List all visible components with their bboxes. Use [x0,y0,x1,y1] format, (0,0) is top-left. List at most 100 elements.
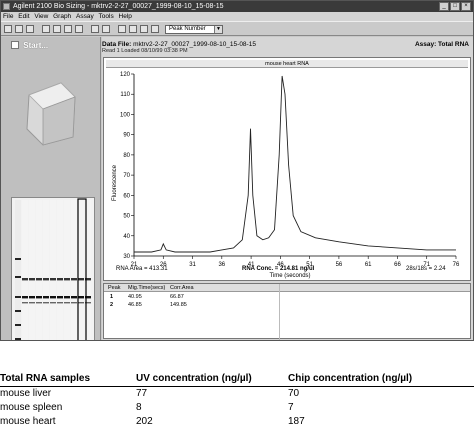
gel-band [57,302,63,304]
maximize-icon[interactable]: □ [450,2,460,11]
menu-help[interactable]: Help [119,12,132,21]
table-row: mouse liver 77 70 [0,387,474,401]
start-label: Start... [23,41,49,50]
y-tick-label: 30 [123,254,130,260]
y-axis-label: Fluorescence [112,164,118,201]
gel-band [22,302,28,304]
header-peak: Peak [108,285,121,291]
close-icon[interactable]: × [461,2,471,11]
gel-lane [64,200,70,340]
peak-select-value: Peak Number [169,26,206,32]
gel-view-icon[interactable] [91,25,99,33]
gel-lane [78,200,84,340]
menu-edit[interactable]: Edit [18,12,29,21]
menu-assay[interactable]: Assay [76,12,94,21]
ladder-band [15,338,21,340]
peak-label-select[interactable]: Peak Number ▼ [165,25,223,34]
chevron-down-icon[interactable]: ▼ [214,26,222,33]
loaded-text: Read 1 Loaded 08/10/99 03:38 PM [102,48,188,54]
data-file-label: Data File: [102,41,132,48]
uv-concentration: 8 [136,402,142,413]
legend-icon[interactable] [140,25,148,33]
y-tick-label: 70 [123,173,130,179]
previous-icon[interactable] [118,25,126,33]
y-tick-label: 80 [123,153,130,159]
ladder-band [15,310,21,312]
table-header-row: Total RNA samples UV concentration (ng/µ… [0,372,474,387]
gel-lane [57,200,63,340]
uv-concentration: 77 [136,388,148,400]
start-button[interactable]: Start... [11,41,48,50]
next-icon[interactable] [129,25,137,33]
table-row: mouse spleen 8 7 [0,401,474,415]
grid-view-icon[interactable] [53,25,61,33]
menu-graph[interactable]: Graph [53,12,71,21]
ladder-band [15,258,21,260]
rna-samples-table: Total RNA samples UV concentration (ng/µ… [0,372,474,429]
ladder-band [15,276,21,278]
peak-mig-time: 40.95 [128,294,142,300]
table-row[interactable]: 1 40.95 66.87 [104,293,470,301]
y-tick-label: 60 [123,193,130,199]
toolbar: Peak Number ▼ [1,21,473,36]
electropherogram-view-icon[interactable] [102,25,110,33]
gel-band [71,278,77,281]
gel-lane [71,200,77,340]
window-controls: _ □ × [439,2,471,11]
header-uv: UV concentration (ng/µl) [136,372,288,387]
gel-band [71,302,77,304]
minimize-icon[interactable]: _ [439,2,449,11]
gel-band [50,278,56,281]
peak-mig-time: 46.85 [128,302,142,308]
single-view-icon[interactable] [64,25,72,33]
data-file-value: mktrv2-2-27_00027_1999-08-10_15-08-15 [133,41,256,48]
rna-concentration: RNA Conc. = 214.81 ng/ul [242,266,315,272]
y-tick-label: 120 [120,72,131,78]
gel-band [57,278,63,281]
chip-concentration: 70 [288,388,300,400]
uv-concentration: 202 [136,416,153,427]
menu-tools[interactable]: Tools [99,12,114,21]
print-icon[interactable] [26,25,34,33]
gel-band [36,296,42,299]
start-icon [11,41,19,49]
gel-lane [22,200,28,340]
overlay-icon[interactable] [75,25,83,33]
data-file-line: Data File: mktrv2-2-27_00027_1999-08-10_… [102,41,256,48]
chart-title: mouse heart RNA [106,60,468,68]
ladder-band [15,324,21,326]
gel-band [43,278,49,281]
zoom-icon[interactable] [42,25,50,33]
gel-band [78,302,84,304]
gel-band [78,296,84,299]
peak-corr-area: 149.85 [170,302,187,308]
gel-band [29,302,35,304]
header-samples: Total RNA samples [0,372,136,387]
header-mig-time: Mig.Time(secs) [128,285,166,291]
gel-band [43,302,49,304]
title-bar: Agilent 2100 Bio Sizing - mktrv2-2-27_00… [1,1,473,12]
sample-name: mouse spleen [0,402,63,413]
rna-area: RNA Area = 413.31 [116,266,168,272]
menu-view[interactable]: View [34,12,48,21]
table-icon[interactable] [151,25,159,33]
gel-band [64,296,70,299]
gel-band [43,296,49,299]
gel-image [11,197,95,340]
header-corr-area: Corr.Area [170,285,194,291]
open-icon[interactable] [4,25,12,33]
gel-band [71,296,77,299]
series-line [134,75,456,253]
menu-file[interactable]: File [3,12,13,21]
table-divider [279,284,280,340]
app-icon [3,3,10,10]
save-icon[interactable] [15,25,23,33]
gel-band [64,278,70,281]
header-chip: Chip concentration (ng/µl) [288,372,474,387]
gel-band [22,278,28,281]
electropherogram-chart[interactable]: Fluorescence Time (seconds) 304050607080… [104,68,470,280]
table-row: mouse heart 202 187 [0,415,474,429]
gel-band [50,296,56,299]
table-row[interactable]: 2 46.85 149.85 [104,301,470,309]
gel-band [64,302,70,304]
